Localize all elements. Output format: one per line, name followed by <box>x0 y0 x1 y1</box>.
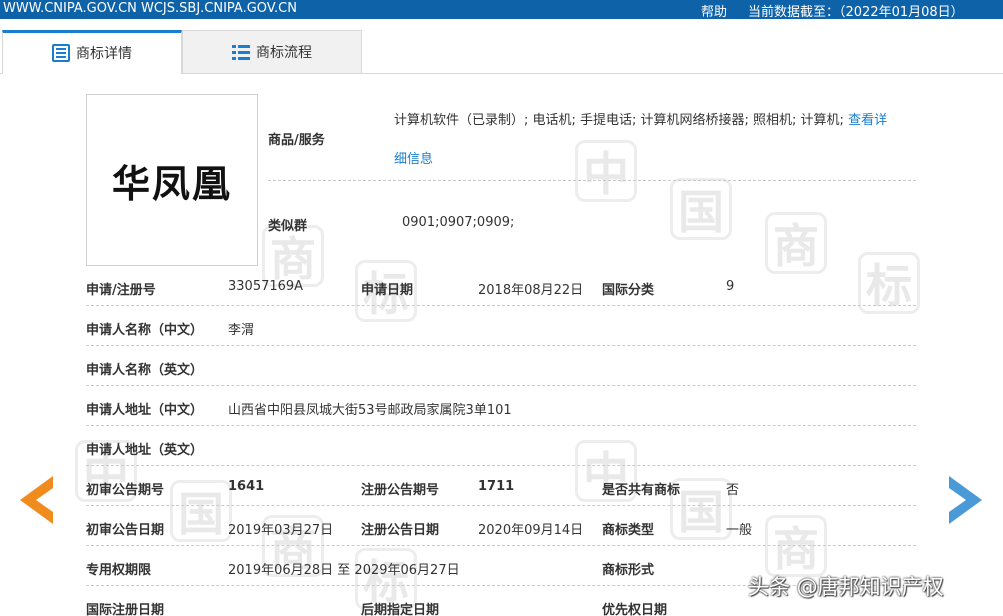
prelim-date-label: 初审公告日期 <box>86 523 165 538</box>
goods-services-value: 计算机软件（已录制）; 电话机; 手提电话; 计算机网络桥接器; 照相机; 计算… <box>394 113 888 128</box>
document-icon <box>52 44 70 62</box>
trademark-logo-text: 华凤凰 <box>111 160 232 206</box>
data-as-of-date: 当前数据截至：（2022年01月08日） <box>748 5 964 20</box>
watermark-shang: 商 <box>765 212 827 274</box>
view-details-link[interactable]: 查看详 <box>848 113 887 128</box>
divider <box>268 180 916 181</box>
priority-date-label: 优先权日期 <box>602 603 668 616</box>
reg-pub-no-label: 注册公告期号 <box>361 483 440 498</box>
prelim-no-label: 初审公告期号 <box>86 483 165 498</box>
intl-class-value: 9 <box>726 279 735 294</box>
address-cn-value: 山西省中阳县凤城大街53号邮政局家属院3单101 <box>228 403 512 418</box>
applicant-en-label: 申请人名称（英文） <box>86 363 204 378</box>
reg-pub-no-value: 1711 <box>478 479 515 494</box>
watermark-shang: 商 <box>262 225 324 287</box>
goods-services-label: 商品/服务 <box>268 133 325 148</box>
intl-reg-date-label: 国际注册日期 <box>86 603 165 616</box>
address-cn-label: 申请人地址（中文） <box>86 403 204 418</box>
similar-group-label: 类似群 <box>268 219 308 234</box>
tm-type-value: 一般 <box>726 523 753 538</box>
watermark-guo: 国 <box>670 178 732 240</box>
help-link[interactable]: 帮助 <box>701 1 727 20</box>
exclusive-period-value: 2019年06月28日 至 2029年06月27日 <box>228 563 460 578</box>
app-date-value: 2018年08月22日 <box>478 283 584 298</box>
watermark-zhong: 中 <box>575 140 637 202</box>
watermark-shang: 商 <box>765 515 827 577</box>
chevron-right-icon[interactable] <box>948 476 982 524</box>
shared-value: 否 <box>726 483 740 498</box>
divider <box>86 465 916 466</box>
applicant-cn-label: 申请人名称（中文） <box>86 323 204 338</box>
divider <box>86 385 916 386</box>
top-bar: WWW.CNIPA.GOV.CN WCJS.SBJ.CNIPA.GOV.CN 帮… <box>0 0 1003 20</box>
prelim-no-value: 1641 <box>228 479 265 494</box>
reg-pub-date-label: 注册公告日期 <box>361 523 440 538</box>
later-designation-date-label: 后期指定日期 <box>361 603 440 616</box>
intl-class-label: 国际分类 <box>602 283 655 298</box>
source-credit: 头条 @唐邦知识产权 <box>748 575 944 599</box>
reg-no-value: 33057169A <box>228 279 304 294</box>
tab-label: 商标流程 <box>256 45 312 61</box>
tm-form-label: 商标形式 <box>602 563 655 578</box>
applicant-cn-value: 李渭 <box>228 323 255 338</box>
exclusive-period-label: 专用权期限 <box>86 563 152 578</box>
similar-group-value: 0901;0907;0909; <box>402 215 515 230</box>
view-details-link-cont[interactable]: 细信息 <box>394 148 433 167</box>
reg-no-label: 申请/注册号 <box>86 283 156 298</box>
prelim-date-value: 2019年03月27日 <box>228 523 334 538</box>
tab-trademark-process[interactable]: 商标流程 <box>182 30 362 73</box>
address-en-label: 申请人地址（英文） <box>86 443 204 458</box>
chevron-left-icon[interactable] <box>20 476 54 524</box>
trademark-image: 华凤凰 <box>86 94 258 266</box>
divider <box>86 505 916 506</box>
tab-trademark-details[interactable]: 商标详情 <box>2 30 182 73</box>
divider <box>86 305 916 306</box>
site-domains: WWW.CNIPA.GOV.CN WCJS.SBJ.CNIPA.GOV.CN <box>3 1 297 16</box>
divider <box>86 345 916 346</box>
reg-pub-date-value: 2020年09月14日 <box>478 523 584 538</box>
tab-label: 商标详情 <box>76 46 132 62</box>
app-date-label: 申请日期 <box>361 283 414 298</box>
list-icon <box>232 44 250 60</box>
tm-type-label: 商标类型 <box>602 523 655 538</box>
shared-label: 是否共有商标 <box>602 483 681 498</box>
tab-bar: 商标详情 商标流程 <box>0 30 1003 73</box>
divider <box>86 545 916 546</box>
watermark-guo: 国 <box>170 480 232 542</box>
divider <box>86 425 916 426</box>
